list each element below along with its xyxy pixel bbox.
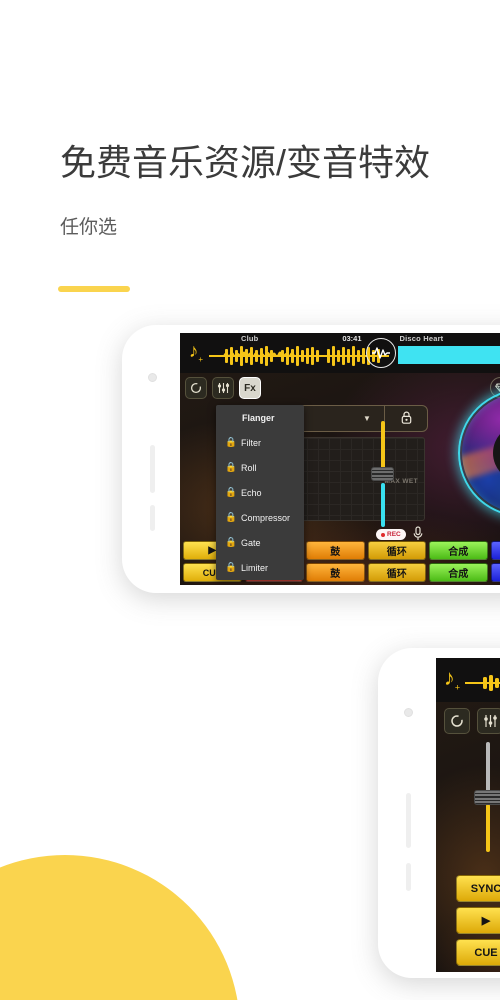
pad-drum-bottom[interactable]: 鼓: [306, 563, 365, 582]
pitch-rail-top: [486, 742, 490, 794]
fx-dropdown-menu[interactable]: Flanger 🔒 Filter 🔒 Roll 🔒 Echo 🔒 Compres…: [216, 405, 304, 580]
sync-button[interactable]: SYNC: [456, 875, 500, 902]
front-camera-dot: [148, 373, 157, 382]
pad-synth-bottom[interactable]: 合成: [429, 563, 488, 582]
dj-app-root: ♪+ Club 03:41 Disco Heart Fx ▼ MAX WET R…: [180, 333, 500, 585]
dj-toolbar: Fx: [185, 377, 261, 399]
lock-icon: 🔒: [225, 437, 237, 448]
volume-up-button[interactable]: [150, 445, 155, 493]
music-note-add-icon[interactable]: ♪+: [183, 342, 209, 364]
fx-menu-item-filter[interactable]: 🔒 Filter: [216, 430, 304, 455]
lock-icon: 🔒: [225, 512, 237, 523]
fx-button[interactable]: Fx: [239, 377, 261, 399]
elapsed-time: 03:41: [342, 334, 362, 343]
fx-menu-selected[interactable]: Flanger: [216, 405, 304, 430]
fx-menu-item-label: Echo: [241, 487, 262, 498]
pitch-fader-knob[interactable]: [474, 790, 500, 805]
fx-menu-item-compressor[interactable]: 🔒 Compressor: [216, 505, 304, 530]
loop-circle-icon[interactable]: [185, 377, 207, 399]
music-note-add-icon[interactable]: ♪+: [439, 667, 465, 693]
deck-left-track-name: Club: [241, 334, 259, 343]
dj-toolbar-secondary: Fx: [444, 708, 500, 734]
lock-icon: 🔒: [225, 562, 237, 573]
fx-menu-item-label: Compressor: [241, 512, 291, 523]
deck-left-lane[interactable]: Club 03:41: [209, 333, 389, 373]
fx-menu-item-roll[interactable]: 🔒 Roll: [216, 455, 304, 480]
fx-menu-item-echo[interactable]: 🔒 Echo: [216, 480, 304, 505]
crossfader-knob[interactable]: [371, 467, 394, 481]
dj-app-root-secondary: ♪+ Club: [436, 658, 500, 972]
lock-icon: 🔒: [225, 462, 237, 473]
page-subtitle: 任你选: [60, 217, 118, 238]
waveform-bar-secondary: ♪+ Club: [436, 658, 500, 702]
volume-down-button[interactable]: [406, 863, 411, 891]
equalizer-sliders-icon[interactable]: [212, 377, 234, 399]
fx-menu-item-label: Limiter: [241, 562, 269, 573]
cue-button-secondary[interactable]: CUE: [456, 939, 500, 966]
volume-down-button[interactable]: [150, 505, 155, 531]
crossfader-rail-bottom: [380, 483, 385, 527]
deck-left-lane-secondary[interactable]: Club: [465, 658, 500, 702]
deck-left-waveform: [209, 346, 389, 366]
accent-underline: [58, 286, 130, 292]
phone-mockup-primary: ♪+ Club 03:41 Disco Heart Fx ▼ MAX WET R…: [122, 325, 500, 593]
fx-menu-item-label: Gate: [241, 537, 261, 548]
deck-right-lane[interactable]: Disco Heart: [397, 333, 500, 373]
crossfader-slider[interactable]: [371, 421, 394, 527]
fx-menu-item-label: Roll: [241, 462, 257, 473]
promo-page: 免费音乐资源/变音特效 任你选 ♪+ Club 03:41 Disco Hear…: [0, 0, 500, 1000]
deck-right-track-name: Disco Heart: [399, 334, 444, 343]
pitch-rail-bottom: [486, 804, 490, 852]
waveform-pulse-icon[interactable]: [365, 338, 396, 368]
play-button-secondary[interactable]: ▶: [456, 907, 500, 934]
fx-menu-item-limiter[interactable]: 🔒 Limiter: [216, 555, 304, 580]
dj-app-screen: ♪+ Club 03:41 Disco Heart Fx ▼ MAX WET R…: [180, 333, 500, 585]
pad-vocal-bottom[interactable]: 人声: [490, 563, 500, 582]
fx-menu-item-gate[interactable]: 🔒 Gate: [216, 530, 304, 555]
deck-left-waveform-secondary: [465, 675, 500, 691]
pad-synth-top[interactable]: 合成: [429, 541, 488, 560]
turntable-deck[interactable]: 129.01 BPM ✎: [458, 389, 500, 517]
crossfader-rail-top: [380, 421, 385, 471]
dj-app-screen-secondary: ♪+ Club: [436, 658, 500, 972]
yellow-corner-decoration: [0, 855, 240, 1000]
lock-icon: 🔒: [225, 537, 237, 548]
pad-loop-top[interactable]: 循环: [367, 541, 426, 560]
pad-drum-top[interactable]: 鼓: [306, 541, 365, 560]
loop-circle-icon[interactable]: [444, 708, 470, 734]
pitch-fader-secondary[interactable]: [474, 742, 500, 852]
pad-vocal-top[interactable]: 人声: [490, 541, 500, 560]
volume-up-button[interactable]: [406, 793, 411, 848]
lock-icon: 🔒: [225, 487, 237, 498]
equalizer-sliders-icon[interactable]: [477, 708, 500, 734]
page-title: 免费音乐资源/变音特效: [60, 142, 431, 183]
front-camera-dot: [404, 708, 413, 717]
phone-mockup-secondary: ♪+ Club: [378, 648, 500, 978]
waveform-bar: ♪+ Club 03:41 Disco Heart: [180, 333, 500, 373]
lock-icon[interactable]: [385, 411, 427, 427]
pad-loop-bottom[interactable]: 循环: [367, 563, 426, 582]
transport-column-secondary: SYNC ▶ CUE: [456, 870, 500, 966]
deck-right-waveform: [397, 346, 500, 364]
fx-menu-item-label: Filter: [241, 437, 261, 448]
